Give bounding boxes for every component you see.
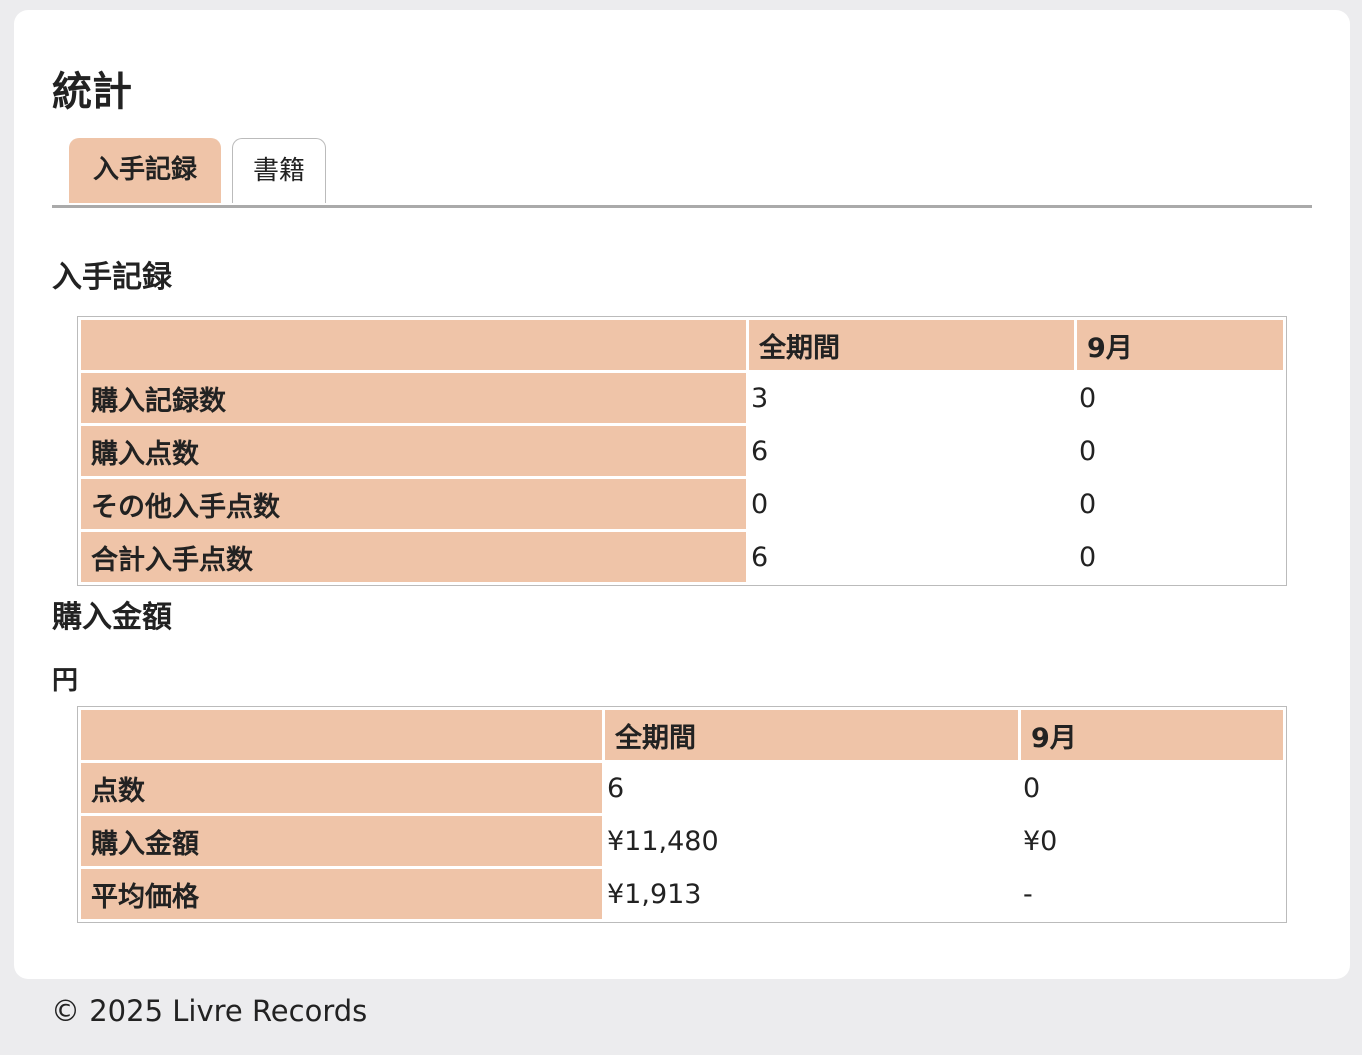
tab-bar: 入手記録 書籍 — [52, 138, 1312, 208]
header-empty — [81, 320, 746, 370]
purchase-table: 全期間 9月 点数 6 0 購入金額 ¥11,480 ¥0 平均価格 ¥1,91… — [77, 706, 1287, 923]
cell-month: ¥0 — [1021, 816, 1283, 866]
cell-month: - — [1021, 869, 1283, 919]
cell-all-period: ¥1,913 — [605, 869, 1018, 919]
row-label: 点数 — [81, 763, 602, 813]
header-month: 9月 — [1077, 320, 1283, 370]
table-row: 購入記録数 3 0 — [81, 373, 1283, 423]
cell-all-period: 6 — [749, 532, 1074, 582]
row-label: 購入金額 — [81, 816, 602, 866]
purchase-section-title: 購入金額 — [52, 600, 172, 635]
header-all-period: 全期間 — [749, 320, 1074, 370]
table-row: 点数 6 0 — [81, 763, 1283, 813]
row-label: 購入点数 — [81, 426, 746, 476]
header-empty — [81, 710, 602, 760]
table-row: 合計入手点数 6 0 — [81, 532, 1283, 582]
header-month: 9月 — [1021, 710, 1283, 760]
cell-all-period: 6 — [749, 426, 1074, 476]
row-label: その他入手点数 — [81, 479, 746, 529]
table-row: 購入金額 ¥11,480 ¥0 — [81, 816, 1283, 866]
cell-month: 0 — [1077, 426, 1283, 476]
tab-books[interactable]: 書籍 — [232, 138, 326, 203]
tab-acquisition[interactable]: 入手記録 — [69, 138, 221, 203]
table-row: 購入点数 6 0 — [81, 426, 1283, 476]
cell-month: 0 — [1021, 763, 1283, 813]
cell-all-period: 3 — [749, 373, 1074, 423]
cell-month: 0 — [1077, 479, 1283, 529]
table-header-row: 全期間 9月 — [81, 320, 1283, 370]
table-row: その他入手点数 0 0 — [81, 479, 1283, 529]
header-all-period: 全期間 — [605, 710, 1018, 760]
table-header-row: 全期間 9月 — [81, 710, 1283, 760]
row-label: 平均価格 — [81, 869, 602, 919]
currency-unit-label: 円 — [52, 666, 79, 696]
cell-all-period: ¥11,480 — [605, 816, 1018, 866]
cell-month: 0 — [1077, 532, 1283, 582]
table-row: 平均価格 ¥1,913 - — [81, 869, 1283, 919]
cell-all-period: 0 — [749, 479, 1074, 529]
row-label: 購入記録数 — [81, 373, 746, 423]
footer-copyright: © 2025 Livre Records — [51, 994, 368, 1028]
page-title: 統計 — [52, 69, 132, 115]
row-label: 合計入手点数 — [81, 532, 746, 582]
main-card: 統計 入手記録 書籍 入手記録 全期間 9月 購入記録数 3 0 購入点数 6 … — [14, 10, 1350, 979]
acquisition-table: 全期間 9月 購入記録数 3 0 購入点数 6 0 その他入手点数 0 0 合計… — [77, 316, 1287, 586]
cell-all-period: 6 — [605, 763, 1018, 813]
cell-month: 0 — [1077, 373, 1283, 423]
acquisition-section-title: 入手記録 — [52, 260, 172, 295]
